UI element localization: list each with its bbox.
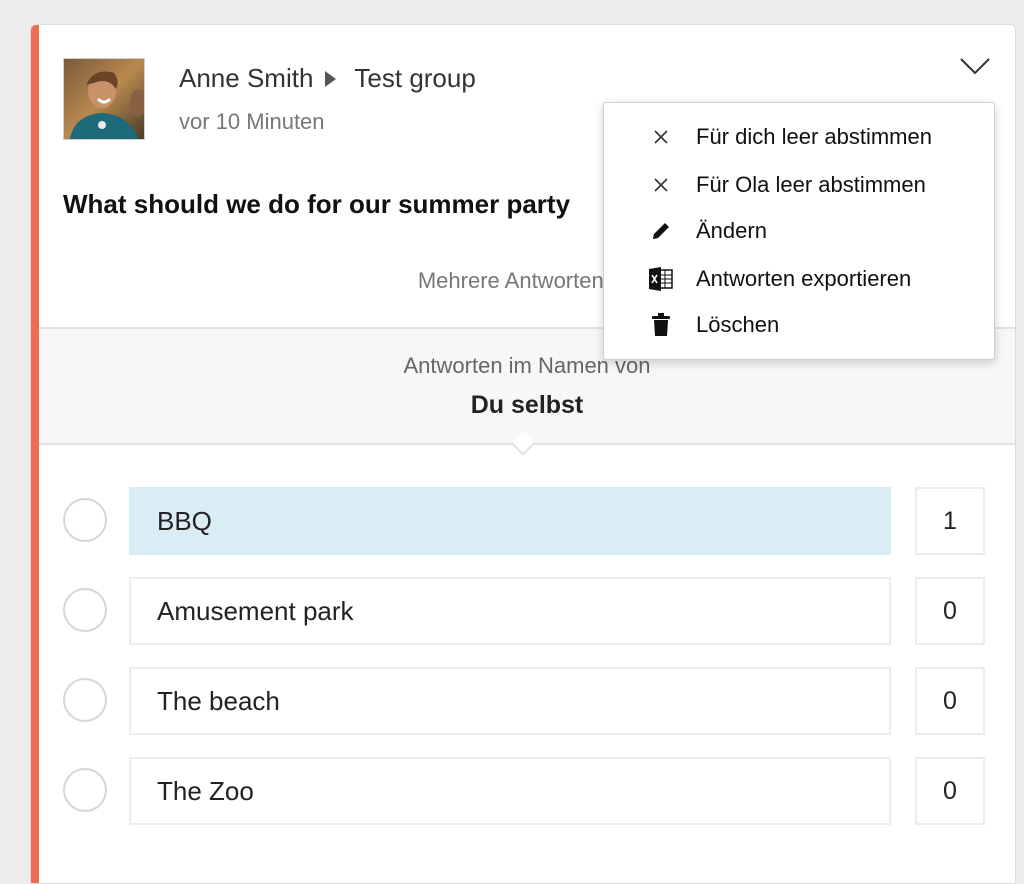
poll-option: BBQ 1: [31, 487, 1015, 557]
menu-item-label: Ändern: [696, 218, 767, 243]
menu-item-vote-empty-self[interactable]: Für dich leer abstimmen: [604, 114, 994, 160]
option-label[interactable]: Amusement park: [129, 577, 891, 645]
author-name[interactable]: Anne Smith: [179, 63, 313, 94]
menu-item-export[interactable]: Antworten exportieren: [604, 256, 994, 302]
avatar[interactable]: [63, 58, 145, 140]
close-icon: [648, 172, 674, 198]
excel-icon: [648, 266, 674, 292]
arrow-right-icon: [325, 70, 337, 87]
option-label[interactable]: BBQ: [129, 487, 891, 555]
option-radio[interactable]: [63, 768, 107, 812]
poll-option: Amusement park 0: [31, 577, 1015, 647]
poll-option: The beach 0: [31, 667, 1015, 737]
group-name[interactable]: Test group: [354, 63, 475, 94]
poll-question: What should we do for our summer party: [63, 189, 571, 219]
card-accent-bar: [31, 25, 39, 883]
post-time: vor 10 Minuten: [179, 109, 325, 134]
option-label[interactable]: The beach: [129, 667, 891, 735]
answer-on-behalf-selector[interactable]: Du selbst: [39, 391, 1015, 420]
trash-icon: [648, 312, 674, 338]
option-label[interactable]: The Zoo: [129, 757, 891, 825]
pencil-icon: [648, 218, 674, 244]
option-count: 0: [915, 757, 985, 825]
menu-item-delete[interactable]: Löschen: [604, 302, 994, 348]
option-radio[interactable]: [63, 678, 107, 722]
menu-item-label: Für dich leer abstimmen: [696, 124, 932, 149]
options-dropdown-menu: Für dich leer abstimmen Für Ola leer abs…: [603, 102, 995, 360]
option-radio[interactable]: [63, 498, 107, 542]
option-count: 0: [915, 667, 985, 735]
post-header: Anne Smith Test group: [179, 63, 476, 94]
close-icon: [648, 124, 674, 150]
poll-option: The Zoo 0: [31, 757, 1015, 827]
menu-item-edit[interactable]: Ändern: [604, 208, 994, 254]
option-count: 0: [915, 577, 985, 645]
menu-item-label: Löschen: [696, 312, 780, 337]
menu-item-label: Für Ola leer abstimmen: [696, 172, 926, 197]
menu-item-vote-empty-ola[interactable]: Für Ola leer abstimmen: [604, 162, 994, 208]
option-count: 1: [915, 487, 985, 555]
chevron-down-icon[interactable]: [959, 55, 991, 77]
menu-item-label: Antworten exportieren: [696, 266, 912, 291]
option-radio[interactable]: [63, 588, 107, 632]
